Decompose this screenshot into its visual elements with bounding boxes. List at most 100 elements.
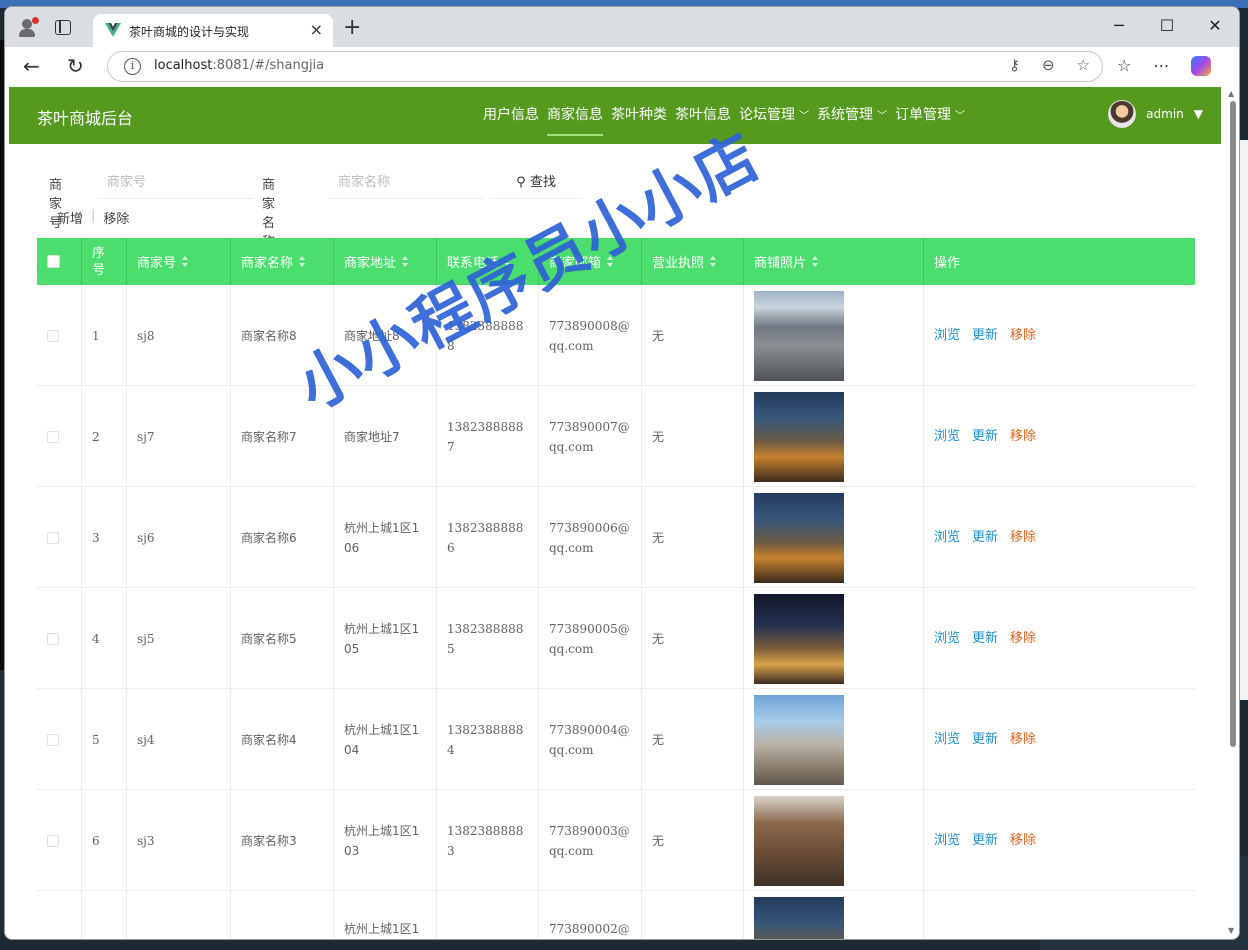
delete-button[interactable]: 移除 xyxy=(1010,629,1036,649)
view-button[interactable]: 浏览 xyxy=(934,427,960,447)
menu-item-system[interactable]: 系统管理 ﹀ xyxy=(813,87,891,144)
cell-address: 杭州上城1区106 xyxy=(334,487,437,588)
profile-icon[interactable] xyxy=(15,15,41,41)
cell-license: 无 xyxy=(642,386,744,487)
view-button[interactable]: 浏览 xyxy=(934,326,960,346)
table-row[interactable]: 杭州上城1区10 773890002@qq. xyxy=(37,891,1195,939)
tab-actions-icon[interactable] xyxy=(55,20,71,35)
back-icon[interactable]: ← xyxy=(23,54,40,78)
minimize-button[interactable]: ─ xyxy=(1095,7,1143,47)
view-button[interactable]: 浏览 xyxy=(934,629,960,649)
merchant-name-input[interactable] xyxy=(328,167,484,199)
table-row[interactable]: 3 sj6 商家名称6 杭州上城1区106 13823888886 773890006@q… xyxy=(37,487,1195,588)
chevron-down-icon: ﹀ xyxy=(877,111,887,122)
scroll-down-icon[interactable]: ▼ xyxy=(1228,926,1234,935)
update-button[interactable]: 更新 xyxy=(972,528,998,548)
cell-address: 杭州上城1区10 xyxy=(334,891,437,939)
menu-item-tea-types[interactable]: 茶叶种类 xyxy=(607,87,671,144)
scrollbar-thumb[interactable] xyxy=(1230,101,1236,747)
select-all-checkbox[interactable] xyxy=(47,255,60,268)
table-body: 1 sj8 商家名称8 商家地址8 13823888888 773890008@qq.co… xyxy=(37,285,1195,939)
site-info-icon[interactable]: i xyxy=(124,58,141,75)
update-button[interactable]: 更新 xyxy=(972,730,998,750)
row-checkbox[interactable] xyxy=(47,834,59,847)
column-header-photo[interactable]: 商铺照片 xyxy=(744,238,924,285)
column-header-merchant-name[interactable]: 商家名称 xyxy=(231,238,334,285)
table-row[interactable]: 2 sj7 商家名称7 商家地址7 13823888887 773890007@qq.co… xyxy=(37,386,1195,487)
update-button[interactable]: 更新 xyxy=(972,629,998,649)
table-row[interactable]: 1 sj8 商家名称8 商家地址8 13823888888 773890008@qq.co… xyxy=(37,285,1195,386)
url-text[interactable]: localhost:8081/#/shangjia xyxy=(154,58,324,73)
merchant-table: 序号 商家号 商家名称 商家地址 联系电话 商家邮箱 营业执照 商铺照片 操作 … xyxy=(37,238,1195,939)
view-button[interactable]: 浏览 xyxy=(934,730,960,750)
row-checkbox[interactable] xyxy=(47,329,59,342)
view-button[interactable]: 浏览 xyxy=(934,831,960,851)
address-bar[interactable]: i localhost:8081/#/shangjia ⚷ ⊖ ☆ xyxy=(107,51,1103,82)
shop-photo[interactable] xyxy=(754,391,844,482)
more-icon[interactable]: ⋯ xyxy=(1153,56,1169,76)
row-checkbox-cell xyxy=(37,891,82,939)
sort-icon[interactable] xyxy=(299,256,306,267)
shop-photo[interactable] xyxy=(754,593,844,684)
copilot-icon[interactable] xyxy=(1191,56,1212,76)
cell-email: 773890005@qq.com xyxy=(539,588,642,689)
new-tab-button[interactable]: + xyxy=(343,15,361,40)
sort-icon[interactable] xyxy=(812,256,819,267)
user-menu[interactable]: admin ▼ xyxy=(1108,100,1203,128)
cell-merchant-name: 商家名称3 xyxy=(231,790,334,891)
shop-photo[interactable] xyxy=(754,290,844,381)
cell-address: 杭州上城1区105 xyxy=(334,588,437,689)
browser-toolbar: ← ↻ i localhost:8081/#/shangjia ⚷ ⊖ ☆ ☆ … xyxy=(5,47,1239,87)
favorites-icon[interactable]: ☆ xyxy=(1117,56,1131,76)
row-checkbox[interactable] xyxy=(47,531,59,544)
shop-photo[interactable] xyxy=(754,896,844,939)
delete-button[interactable]: 移除 xyxy=(1010,326,1036,346)
close-button[interactable]: ✕ xyxy=(1191,7,1239,47)
zoom-icon[interactable]: ⊖ xyxy=(1042,56,1055,74)
key-icon[interactable]: ⚷ xyxy=(1009,56,1020,74)
star-icon[interactable]: ☆ xyxy=(1077,56,1090,74)
menu-item-users[interactable]: 用户信息 xyxy=(479,87,543,144)
cell-merchant-no: sj7 xyxy=(127,386,231,487)
row-checkbox[interactable] xyxy=(47,632,59,645)
cell-photo xyxy=(744,588,924,689)
sort-icon[interactable] xyxy=(710,256,717,267)
table-row[interactable]: 5 sj4 商家名称4 杭州上城1区104 13823888884 773890004@q… xyxy=(37,689,1195,790)
cell-address: 杭州上城1区104 xyxy=(334,689,437,790)
sort-icon[interactable] xyxy=(182,256,189,267)
remove-button[interactable]: 移除 xyxy=(103,208,129,227)
shop-photo[interactable] xyxy=(754,795,844,886)
update-button[interactable]: 更新 xyxy=(972,831,998,851)
delete-button[interactable]: 移除 xyxy=(1010,427,1036,447)
delete-button[interactable]: 移除 xyxy=(1010,730,1036,750)
merchant-no-input[interactable] xyxy=(97,167,253,199)
cell-merchant-name: 商家名称5 xyxy=(231,588,334,689)
cell-merchant-no: sj3 xyxy=(127,790,231,891)
cell-phone: 13823888885 xyxy=(437,588,539,689)
chevron-down-icon: ﹀ xyxy=(799,111,809,122)
reload-icon[interactable]: ↻ xyxy=(67,54,84,78)
column-header-merchant-no[interactable]: 商家号 xyxy=(127,238,231,285)
row-checkbox[interactable] xyxy=(47,430,59,443)
delete-button[interactable]: 移除 xyxy=(1010,528,1036,548)
cell-phone: 13823888884 xyxy=(437,689,539,790)
maximize-button[interactable]: ☐ xyxy=(1143,7,1191,47)
scroll-up-icon[interactable]: ▲ xyxy=(1228,89,1234,98)
view-button[interactable]: 浏览 xyxy=(934,528,960,548)
shop-photo[interactable] xyxy=(754,492,844,583)
tab-close-icon[interactable]: × xyxy=(310,20,323,39)
update-button[interactable]: 更新 xyxy=(972,326,998,346)
vertical-scrollbar[interactable]: ▲ ▼ xyxy=(1225,87,1239,937)
table-row[interactable]: 4 sj5 商家名称5 杭州上城1区105 13823888885 773890005@q… xyxy=(37,588,1195,689)
row-checkbox[interactable] xyxy=(47,733,59,746)
browser-window: 茶叶商城的设计与实现 × + ─ ☐ ✕ ← ↻ i localhost:808… xyxy=(4,6,1240,940)
table-row[interactable]: 6 sj3 商家名称3 杭州上城1区103 13823888883 773890003@q… xyxy=(37,790,1195,891)
add-button[interactable]: 新增 xyxy=(57,208,83,227)
delete-button[interactable]: 移除 xyxy=(1010,831,1036,851)
update-button[interactable]: 更新 xyxy=(972,427,998,447)
sort-icon[interactable] xyxy=(402,256,409,267)
menu-item-merchants[interactable]: 商家信息 xyxy=(543,87,607,144)
shop-photo[interactable] xyxy=(754,694,844,785)
browser-tab[interactable]: 茶叶商城的设计与实现 × xyxy=(93,14,333,47)
menu-item-orders[interactable]: 订单管理 ﹀ xyxy=(891,87,969,144)
